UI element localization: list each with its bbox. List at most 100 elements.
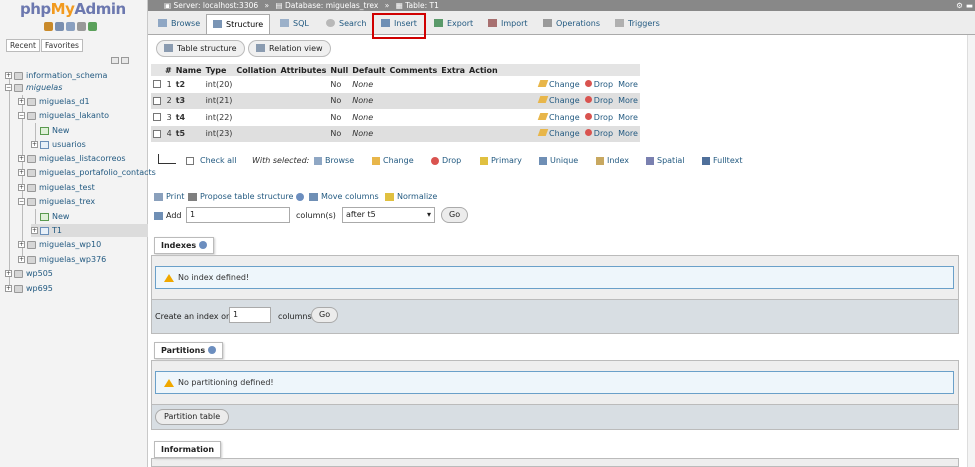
expand-icon[interactable]: + <box>31 141 38 148</box>
column-name[interactable]: t4 <box>173 109 204 126</box>
column-header[interactable]: Type <box>203 64 235 76</box>
expand-icon[interactable]: + <box>5 72 12 79</box>
expand-icon[interactable]: + <box>18 241 25 248</box>
tree-item-wp695[interactable]: + wp695 <box>5 282 53 295</box>
drop-link[interactable]: Drop <box>584 112 613 122</box>
tree-item-miguelas-d1[interactable]: + miguelas_d1 <box>18 95 90 108</box>
collapse-icon[interactable]: − <box>18 198 25 205</box>
expand-icon[interactable]: + <box>18 169 25 176</box>
bulk-fulltext-button[interactable]: Fulltext <box>702 156 742 165</box>
move-columns-link[interactable]: Move columns <box>309 192 379 201</box>
create-index-go-button[interactable]: Go <box>311 307 339 323</box>
partition-table-button[interactable]: Partition table <box>155 409 230 425</box>
column-name[interactable]: t5 <box>173 125 204 142</box>
row-checkbox[interactable] <box>153 80 161 89</box>
column-header[interactable]: Comments <box>387 64 440 76</box>
tab-search[interactable]: Search <box>320 14 372 34</box>
collapse-icon[interactable]: − <box>18 112 25 119</box>
row-checkbox[interactable] <box>153 113 161 122</box>
tab-structure[interactable]: Structure <box>206 14 271 34</box>
home-icon[interactable] <box>44 22 53 31</box>
column-header[interactable]: Default <box>350 64 388 76</box>
table-structure-button[interactable]: Table structure <box>156 40 245 57</box>
drop-link[interactable]: Drop <box>584 129 613 138</box>
check-all-checkbox[interactable] <box>186 156 194 165</box>
relation-view-button[interactable]: Relation view <box>248 40 331 57</box>
more-dropdown[interactable]: More <box>618 80 638 89</box>
more-dropdown[interactable]: More <box>618 129 638 138</box>
help-icon[interactable] <box>198 241 207 249</box>
breadcrumb-table[interactable]: Table: T1 <box>405 1 439 10</box>
column-header[interactable]: Name <box>173 64 204 76</box>
column-header[interactable]: Collation <box>234 64 279 76</box>
column-count-input[interactable]: 1 <box>186 207 290 223</box>
column-header[interactable]: Null <box>328 64 351 76</box>
bulk-index-button[interactable]: Index <box>596 156 629 165</box>
bulk-change-button[interactable]: Change <box>372 156 414 165</box>
help-icon[interactable] <box>207 346 216 354</box>
change-link[interactable]: Change <box>537 112 580 122</box>
tree-item-miguelas-portafolio-contacts[interactable]: + miguelas_portafolio_contacts <box>18 166 156 179</box>
index-columns-input[interactable]: 1 <box>229 307 271 323</box>
expand-icon[interactable]: + <box>5 270 12 277</box>
reload-icon[interactable] <box>88 22 97 31</box>
column-name[interactable]: t2 <box>173 76 204 93</box>
column-position-select[interactable]: after t5 ▾ <box>342 207 435 223</box>
tab-browse[interactable]: Browse <box>152 14 206 34</box>
expand-icon[interactable]: + <box>18 98 25 105</box>
bulk-spatial-button[interactable]: Spatial <box>646 156 685 165</box>
breadcrumb-database[interactable]: Database: miguelas_trex <box>285 1 378 10</box>
tree-item-t1[interactable]: + T1 <box>31 224 148 237</box>
tree-item-new-table[interactable]: New <box>40 124 69 137</box>
column-name[interactable]: t3 <box>173 92 204 109</box>
change-link[interactable]: Change <box>537 96 580 105</box>
check-all-control[interactable]: Check all <box>186 156 237 165</box>
expand-icon[interactable]: + <box>31 227 38 234</box>
breadcrumb-server[interactable]: Server: localhost:3306 <box>173 1 258 10</box>
expand-icon[interactable]: + <box>5 285 12 292</box>
collapse-bar-icon[interactable]: ▬ <box>966 0 973 11</box>
tab-insert[interactable]: Insert <box>375 14 423 34</box>
tree-item-miguelas-test[interactable]: + miguelas_test <box>18 181 95 194</box>
tree-item-miguelas[interactable]: − miguelas <box>5 81 62 94</box>
recent-tables-button[interactable]: Recent <box>6 39 40 52</box>
expand-icon[interactable]: + <box>18 184 25 191</box>
tab-triggers[interactable]: Triggers <box>609 14 666 34</box>
drop-link[interactable]: Drop <box>584 96 613 105</box>
tree-item-miguelas-trex[interactable]: − miguelas_trex <box>18 195 95 208</box>
bulk-browse-button[interactable]: Browse <box>314 156 354 165</box>
row-checkbox[interactable] <box>153 129 161 138</box>
tab-import[interactable]: Import <box>482 14 534 34</box>
tab-operations[interactable]: Operations <box>537 14 606 34</box>
bulk-drop-button[interactable]: Drop <box>431 156 461 165</box>
tree-item-miguelas-wp376[interactable]: + miguelas_wp376 <box>18 253 106 266</box>
column-header[interactable]: Attributes <box>278 64 329 76</box>
tree-item-miguelas-wp10[interactable]: + miguelas_wp10 <box>18 238 101 251</box>
tree-item-miguelas-listacorreos[interactable]: + miguelas_listacorreos <box>18 152 126 165</box>
bulk-primary-button[interactable]: Primary <box>480 156 522 165</box>
bulk-unique-button[interactable]: Unique <box>539 156 578 165</box>
change-link[interactable]: Change <box>537 129 580 138</box>
column-header[interactable]: Extra <box>439 64 468 76</box>
normalize-link[interactable]: Normalize <box>385 192 437 201</box>
collapse-icon[interactable] <box>111 57 119 64</box>
row-checkbox[interactable] <box>153 96 161 105</box>
expand-icon[interactable]: + <box>18 155 25 162</box>
link-icon[interactable] <box>121 57 129 64</box>
drop-link[interactable]: Drop <box>584 79 613 89</box>
tree-item-miguelas-lakanto[interactable]: − miguelas_lakanto <box>18 109 109 122</box>
settings-icon[interactable] <box>77 22 86 31</box>
propose-structure-link[interactable]: Propose table structure <box>188 192 304 201</box>
help-icon[interactable] <box>66 22 75 31</box>
scrollbar[interactable] <box>967 35 975 467</box>
change-link[interactable]: Change <box>537 79 580 89</box>
tab-export[interactable]: Export <box>428 14 479 34</box>
gear-icon[interactable]: ⚙ <box>956 0 963 11</box>
collapse-all-control[interactable] <box>111 57 131 64</box>
collapse-icon[interactable]: − <box>5 84 12 91</box>
print-link[interactable]: Print <box>154 192 184 201</box>
favorite-tables-button[interactable]: Favorites <box>41 39 83 52</box>
expand-icon[interactable]: + <box>18 256 25 263</box>
tree-item-usuarios[interactable]: + usuarios <box>31 138 86 151</box>
tab-sql[interactable]: SQL <box>274 14 315 34</box>
